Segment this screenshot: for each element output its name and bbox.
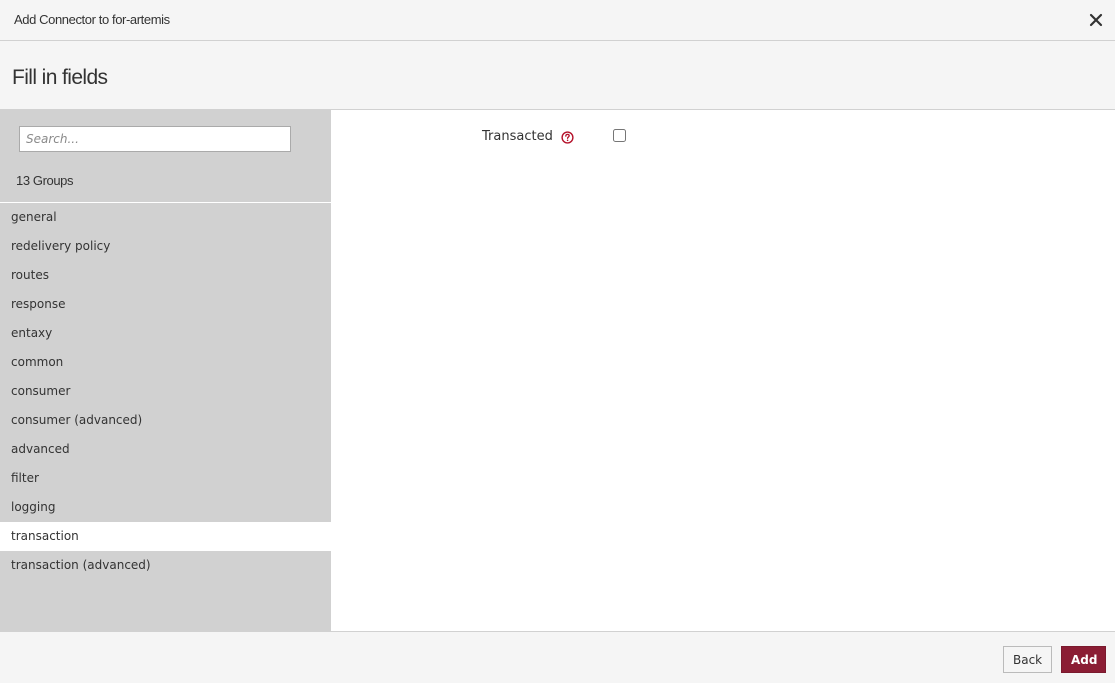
group-item-entaxy[interactable]: entaxy: [0, 319, 331, 348]
group-item-transaction-advanced[interactable]: transaction (advanced): [0, 551, 331, 580]
back-button[interactable]: Back: [1003, 646, 1052, 673]
group-item-routes[interactable]: routes: [0, 261, 331, 290]
transacted-checkbox[interactable]: [613, 129, 626, 142]
transacted-label: Transacted: [482, 129, 553, 144]
group-item-consumer[interactable]: consumer: [0, 377, 331, 406]
dialog-heading: Fill in fields: [0, 41, 1115, 110]
group-item-transaction[interactable]: transaction: [0, 522, 331, 551]
dialog-title: Add Connector to for-artemis: [14, 12, 170, 27]
group-item-general[interactable]: general: [0, 203, 331, 232]
add-button[interactable]: Add: [1061, 646, 1106, 673]
group-item-common[interactable]: common: [0, 348, 331, 377]
group-item-filter[interactable]: filter: [0, 464, 331, 493]
form-panel: Transacted: [331, 110, 1115, 631]
group-item-logging[interactable]: logging: [0, 493, 331, 522]
help-icon[interactable]: [561, 131, 574, 144]
group-item-redelivery-policy[interactable]: redelivery policy: [0, 232, 331, 261]
page-title: Fill in fields: [12, 66, 108, 89]
group-list: general redelivery policy routes respons…: [0, 203, 331, 580]
search-input[interactable]: [19, 126, 291, 152]
group-count: 13 Groups: [16, 173, 74, 188]
group-item-response[interactable]: response: [0, 290, 331, 319]
group-item-advanced[interactable]: advanced: [0, 435, 331, 464]
close-icon[interactable]: [1087, 11, 1105, 29]
dialog-footer: Back Add: [0, 631, 1115, 683]
dialog-titlebar: Add Connector to for-artemis: [0, 0, 1115, 41]
group-sidebar: 13 Groups general redelivery policy rout…: [0, 110, 331, 631]
group-item-consumer-advanced[interactable]: consumer (advanced): [0, 406, 331, 435]
